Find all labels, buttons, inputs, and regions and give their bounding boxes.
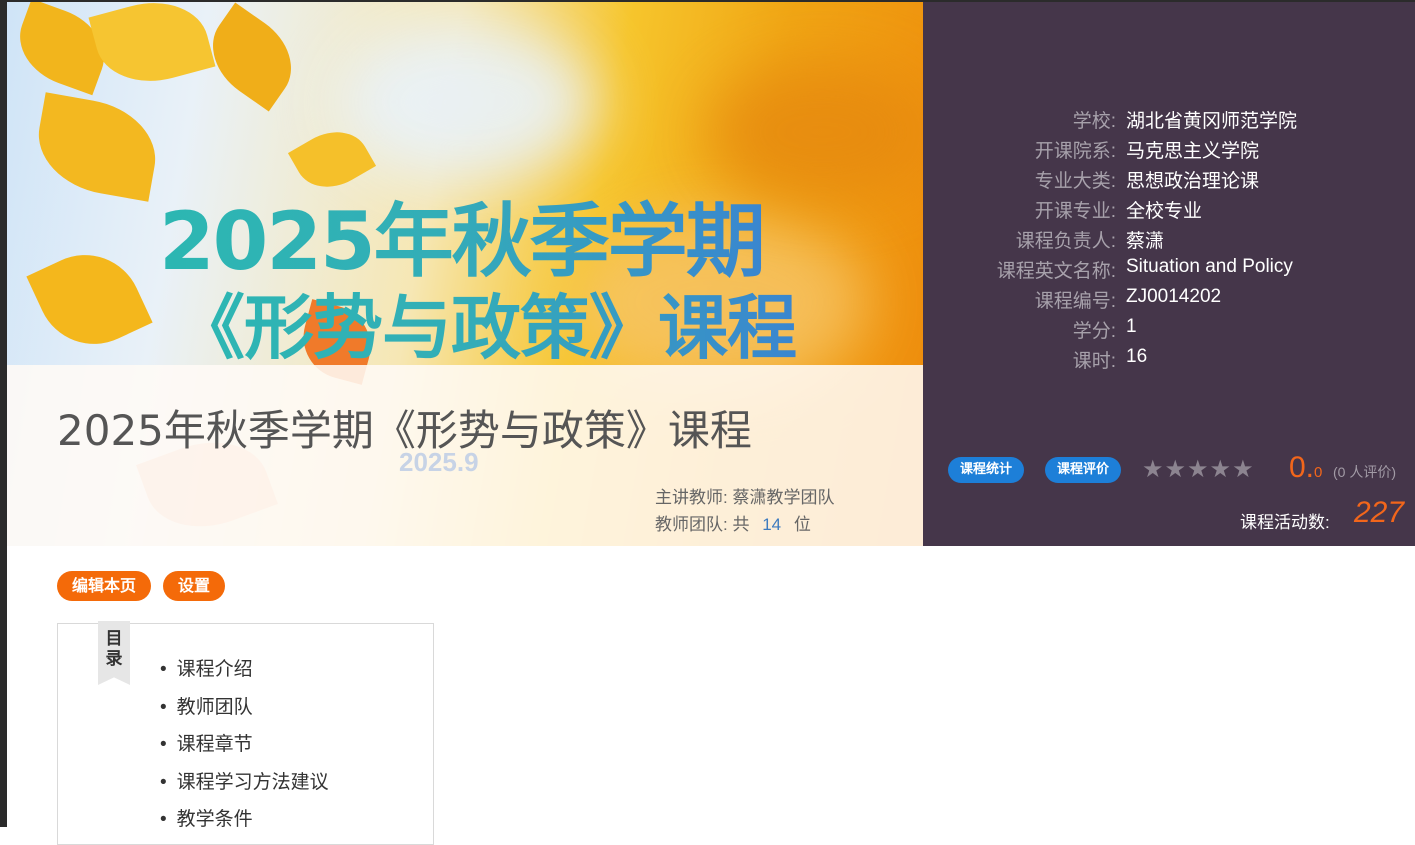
info-row-course-code: 课程编号: ZJ0014202 bbox=[923, 286, 1415, 316]
window-left-edge bbox=[0, 0, 7, 827]
teacher-team-suffix: 位 bbox=[793, 515, 811, 534]
teacher-team-count[interactable]: 14 bbox=[762, 515, 781, 534]
star-icon[interactable]: ★ bbox=[1187, 456, 1210, 483]
toc-item-conditions[interactable]: 教学条件 bbox=[160, 804, 329, 842]
star-icon[interactable]: ★ bbox=[1210, 456, 1233, 483]
banner-title-line-2: 《形势与政策》课程 bbox=[175, 272, 797, 373]
table-of-contents: 目 录 课程介绍 教师团队 课程章节 课程学习方法建议 教学条件 bbox=[57, 621, 434, 845]
info-row-category: 专业大类: 思想政治理论课 bbox=[923, 166, 1415, 196]
toc-list: 课程介绍 教师团队 课程章节 课程学习方法建议 教学条件 bbox=[160, 654, 329, 842]
info-row-department: 开课院系: 马克思主义学院 bbox=[923, 136, 1415, 166]
info-value: 1 bbox=[1126, 316, 1137, 337]
info-label: 课时: bbox=[1072, 351, 1116, 372]
info-label: 学校: bbox=[1072, 111, 1116, 132]
rating-stars[interactable]: ★★★★★ bbox=[1142, 455, 1255, 484]
info-value: 思想政治理论课 bbox=[1126, 171, 1260, 192]
info-value: 全校专业 bbox=[1126, 201, 1203, 222]
info-row-english-name: 课程英文名称: Situation and Policy bbox=[923, 256, 1415, 286]
course-banner: 2025年秋季学期 《形势与政策》课程 2025.9 2025年秋季学期《形势与… bbox=[7, 2, 923, 546]
info-value: 湖北省黄冈师范学院 bbox=[1126, 111, 1298, 132]
activity-count-value: 227 bbox=[1354, 496, 1405, 529]
info-label: 课程英文名称: bbox=[996, 261, 1116, 282]
info-label: 开课院系: bbox=[1034, 141, 1116, 162]
star-icon[interactable]: ★ bbox=[1232, 456, 1255, 483]
toc-item-study-advice[interactable]: 课程学习方法建议 bbox=[160, 767, 329, 805]
toc-item-intro[interactable]: 课程介绍 bbox=[160, 654, 329, 692]
toc-item-chapters[interactable]: 课程章节 bbox=[160, 729, 329, 767]
toc-ribbon-char: 目 bbox=[105, 629, 123, 648]
star-icon[interactable]: ★ bbox=[1165, 456, 1188, 483]
course-title: 2025年秋季学期《形势与政策》课程 bbox=[57, 406, 752, 455]
toc-bookmark-ribbon: 目 录 bbox=[98, 621, 130, 685]
info-row-school: 学校: 湖北省黄冈师范学院 bbox=[923, 106, 1415, 136]
lead-teacher-name[interactable]: 蔡潇教学团队 bbox=[732, 488, 834, 507]
banner-overlay: 2025.9 2025年秋季学期《形势与政策》课程 主讲教师: 蔡潇教学团队 教… bbox=[7, 365, 923, 546]
banner-glow bbox=[337, 22, 597, 182]
info-row-owner: 课程负责人: 蔡潇 bbox=[923, 226, 1415, 256]
course-review-button[interactable]: 课程评价 bbox=[1045, 457, 1122, 483]
rating-count: (0 人评价) bbox=[1333, 464, 1396, 480]
activity-count-label: 课程活动数: bbox=[1240, 513, 1330, 532]
teacher-team-label: 教师团队: bbox=[655, 515, 728, 534]
course-stats-button[interactable]: 课程统计 bbox=[948, 457, 1025, 483]
info-label: 专业大类: bbox=[1034, 171, 1116, 192]
info-value: 16 bbox=[1126, 346, 1148, 367]
info-value: Situation and Policy bbox=[1126, 256, 1293, 277]
rating-score-decimal: 0 bbox=[1314, 464, 1323, 481]
info-row-major: 开课专业: 全校专业 bbox=[923, 196, 1415, 226]
teacher-team-prefix: 共 bbox=[732, 515, 750, 534]
teacher-team-line: 教师团队: 共 14 位 bbox=[655, 510, 811, 535]
info-label: 课程负责人: bbox=[1015, 231, 1116, 252]
info-value: 马克思主义学院 bbox=[1126, 141, 1260, 162]
info-label: 课程编号: bbox=[1034, 291, 1116, 312]
ginkgo-leaf-decoration bbox=[88, 2, 216, 95]
info-label: 学分: bbox=[1072, 321, 1116, 342]
info-value: ZJ0014202 bbox=[1126, 286, 1222, 307]
edit-page-button[interactable]: 编辑本页 bbox=[57, 571, 152, 601]
toc-ribbon-char: 录 bbox=[105, 649, 123, 668]
ginkgo-leaf-decoration bbox=[26, 236, 153, 363]
lead-teacher-label: 主讲教师: bbox=[655, 488, 728, 507]
rating-score: 0.0 bbox=[1289, 451, 1322, 485]
toc-item-teachers[interactable]: 教师团队 bbox=[160, 692, 329, 730]
settings-button[interactable]: 设置 bbox=[163, 571, 226, 601]
rating-score-main: 0. bbox=[1289, 451, 1315, 484]
info-label: 开课专业: bbox=[1034, 201, 1116, 222]
info-value: 蔡潇 bbox=[1126, 231, 1165, 252]
ginkgo-leaf-decoration bbox=[30, 92, 164, 202]
info-row-credits: 学分: 1 bbox=[923, 316, 1415, 346]
info-row-hours: 课时: 16 bbox=[923, 346, 1415, 376]
course-info-panel: 学校: 湖北省黄冈师范学院 开课院系: 马克思主义学院 专业大类: 思想政治理论… bbox=[923, 2, 1415, 546]
star-icon[interactable]: ★ bbox=[1142, 456, 1165, 483]
lead-teacher-line: 主讲教师: 蔡潇教学团队 bbox=[655, 483, 834, 508]
